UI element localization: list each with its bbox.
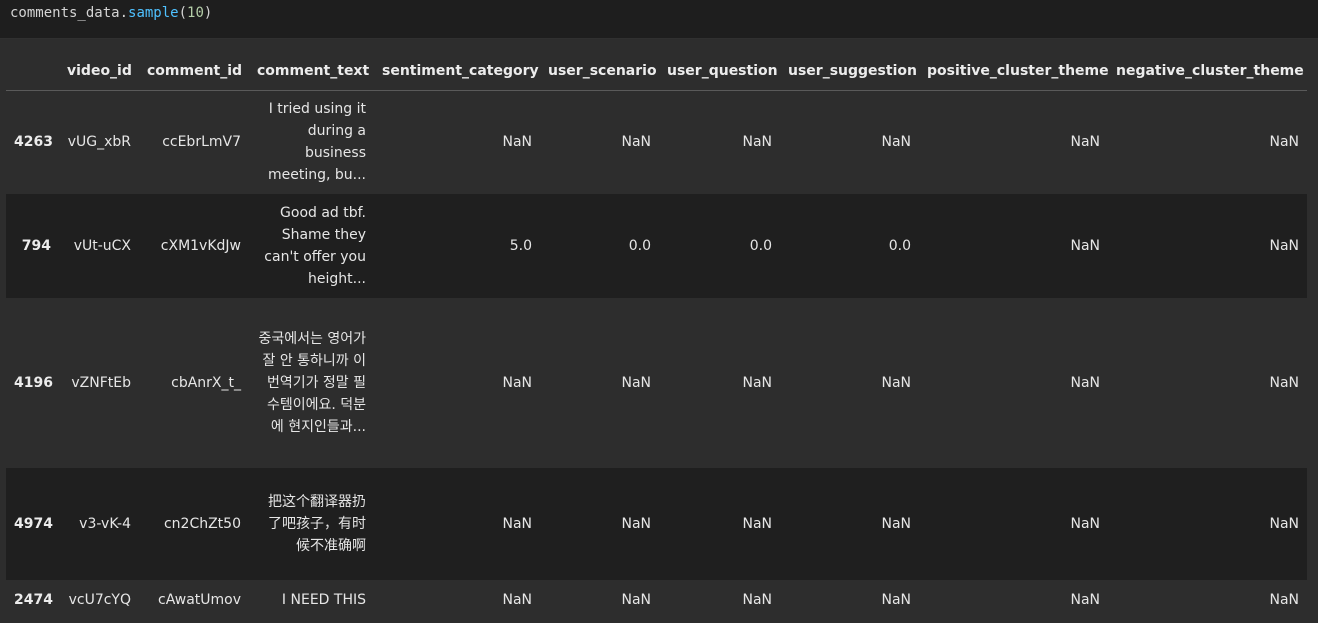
cell-comment-id: cn2ChZt50 [163, 516, 241, 532]
row-index: 4974 [14, 516, 53, 532]
cell-user-scenario: NaN [621, 592, 651, 608]
table-row: 2474 vcU7cYQ cAwatUmov I NEED THIS NaN N… [6, 580, 1307, 620]
table-row: 4974 v3-vK-4 cn2ChZt50 把这个翻译器扔了吧孩子，有时候不准… [6, 468, 1307, 580]
cell-video-id: vZNFtEb [71, 375, 131, 391]
dataframe-table: video_id comment_id comment_text sentime… [6, 52, 1307, 620]
cell-user-question: 0.0 [749, 238, 772, 254]
column-header: user_scenario [540, 52, 659, 91]
code-argument: 10 [187, 5, 204, 21]
cell-negative-cluster-theme: NaN [1269, 238, 1299, 254]
row-index: 2474 [14, 592, 53, 608]
column-header: comment_text [249, 52, 374, 91]
cell-user-suggestion: NaN [881, 375, 911, 391]
cell-comment-id: cAwatUmov [158, 592, 241, 608]
cell-user-suggestion: NaN [881, 134, 911, 151]
cell-user-scenario: 0.0 [628, 238, 651, 254]
column-header: comment_id [139, 52, 249, 91]
cell-video-id: vUG_xbR [67, 134, 131, 151]
cell-video-id: v3-vK-4 [79, 516, 131, 532]
cell-user-question: NaN [742, 592, 772, 608]
cell-user-scenario: NaN [621, 516, 651, 532]
cell-sentiment-category: 5.0 [509, 238, 532, 254]
cell-sentiment-category: NaN [502, 134, 532, 151]
cell-comment-text: 중국에서는 영어가 잘 안 통하니까 이 번역기가 정말 필수템이에요. 덕분에… [258, 331, 367, 435]
cell-video-id: vUt-uCX [73, 238, 131, 254]
column-header: positive_cluster_theme [919, 52, 1109, 91]
table-row: 794 vUt-uCX cXM1vKdJw Good ad tbf. Shame… [6, 194, 1307, 298]
cell-user-question: NaN [742, 375, 772, 391]
column-header: sentiment_category [374, 52, 540, 91]
cell-negative-cluster-theme: NaN [1269, 592, 1299, 608]
cell-positive-cluster-theme: NaN [1070, 516, 1100, 532]
cell-positive-cluster-theme: NaN [1070, 238, 1100, 254]
row-index: 794 [21, 238, 51, 254]
column-header: user_question [659, 52, 780, 91]
column-header: user_suggestion [780, 52, 919, 91]
cell-positive-cluster-theme: NaN [1070, 375, 1100, 391]
cell-user-suggestion: NaN [881, 592, 911, 608]
cell-user-scenario: NaN [621, 375, 651, 391]
cell-comment-id: cbAnrX_t_ [171, 375, 241, 391]
cell-negative-cluster-theme: NaN [1269, 375, 1299, 391]
cell-user-suggestion: NaN [881, 516, 911, 532]
cell-positive-cluster-theme: NaN [1070, 134, 1100, 151]
cell-sentiment-category: NaN [502, 516, 532, 532]
cell-comment-text: I tried using it during a business meeti… [267, 101, 366, 184]
index-header [6, 52, 59, 91]
cell-sentiment-category: NaN [502, 375, 532, 391]
cell-output: video_id comment_id comment_text sentime… [0, 39, 1318, 623]
table-row: 4196 vZNFtEb cbAnrX_t_ 중국에서는 영어가 잘 안 통하니… [6, 298, 1307, 468]
code-method: sample [128, 5, 179, 21]
code-variable: comments_data [10, 5, 120, 21]
column-header: video_id [59, 52, 139, 91]
cell-comment-id: cXM1vKdJw [160, 238, 241, 254]
cell-user-suggestion: 0.0 [888, 238, 911, 254]
header-row: video_id comment_id comment_text sentime… [6, 52, 1307, 91]
code-cell[interactable]: comments_data.sample(10) [0, 0, 1318, 39]
row-index: 4263 [14, 134, 53, 151]
cell-video-id: vcU7cYQ [68, 592, 131, 608]
code-line: comments_data.sample(10) [10, 5, 213, 21]
cell-comment-id: ccEbrLmV7 [162, 134, 241, 151]
table-row: 4263 vUG_xbR ccEbrLmV7 I tried using it … [6, 90, 1307, 194]
cell-user-question: NaN [742, 134, 772, 151]
row-index: 4196 [14, 375, 53, 391]
cell-comment-text: I NEED THIS [281, 592, 366, 608]
column-header: negative_cluster_theme [1108, 52, 1307, 91]
cell-positive-cluster-theme: NaN [1070, 592, 1100, 608]
cell-user-scenario: NaN [621, 134, 651, 151]
cell-negative-cluster-theme: NaN [1269, 134, 1299, 151]
cell-user-question: NaN [742, 516, 772, 532]
cell-comment-text: Good ad tbf. Shame they can't offer you … [264, 205, 366, 287]
cell-sentiment-category: NaN [502, 592, 532, 608]
cell-comment-text: 把这个翻译器扔了吧孩子，有时候不准确啊 [268, 494, 366, 554]
cell-negative-cluster-theme: NaN [1269, 516, 1299, 532]
